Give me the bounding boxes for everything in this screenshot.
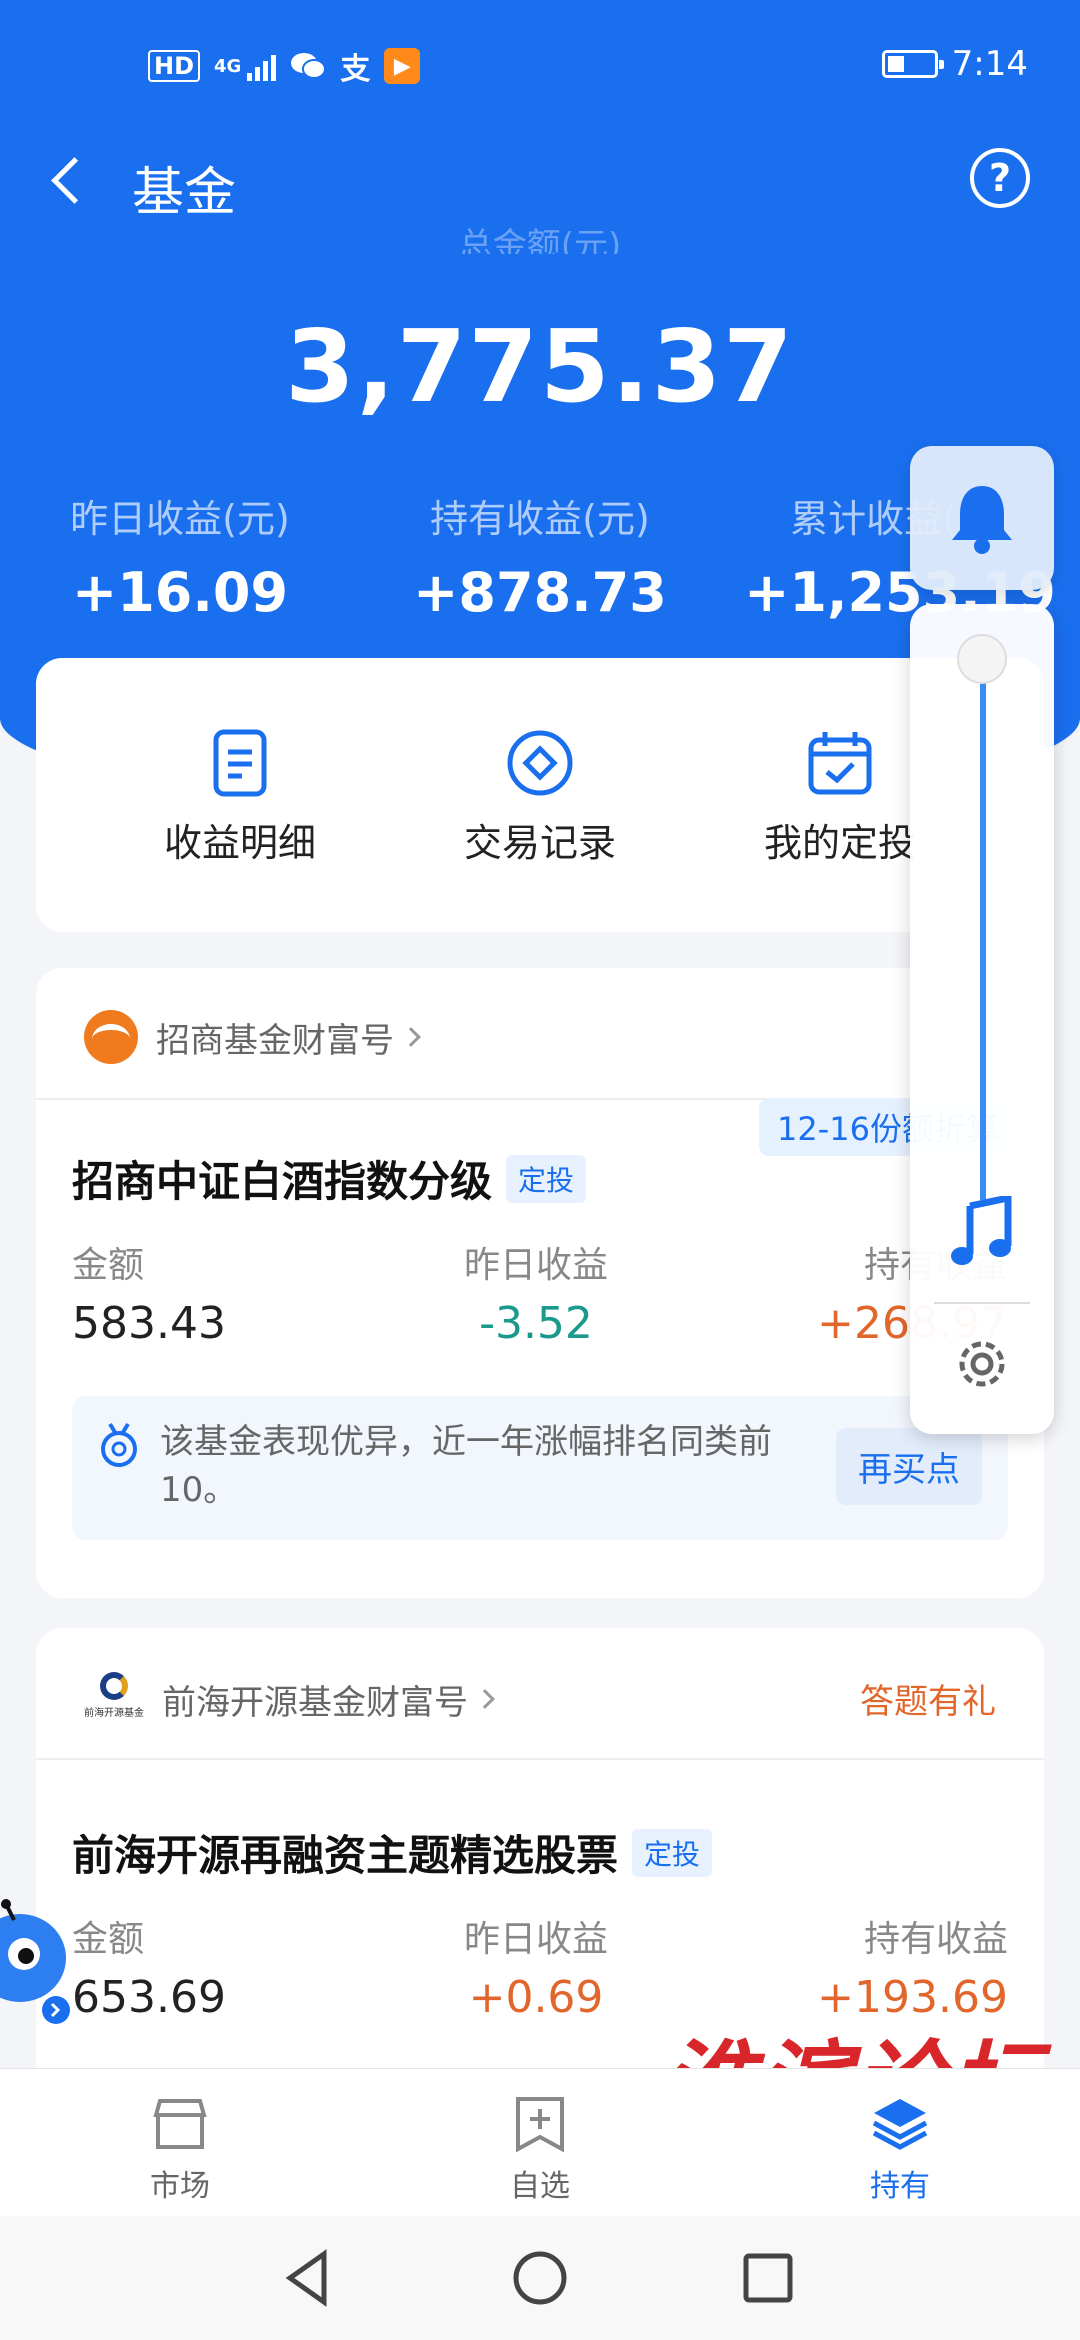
volume-panel	[910, 604, 1054, 1434]
battery-icon	[881, 50, 944, 78]
tab-label: 市场	[150, 2169, 210, 2204]
fund-name: 前海开源再融资主题精选股票	[72, 1831, 619, 1880]
fund-name-row: 前海开源再融资主题精选股票 定投	[72, 1822, 713, 1883]
metric-yesterday: 昨日收益 -3.52	[464, 1236, 608, 1349]
fund-tip: 该基金表现优异，近一年涨幅排名同类前10。 再买点	[72, 1396, 1008, 1540]
metric-amount: 金额 653.69	[72, 1910, 226, 2023]
fund-name-row: 招商中证白酒指数分级 定投	[72, 1148, 587, 1209]
stat-holding[interactable]: 持有收益(元) +878.73	[360, 488, 720, 624]
system-nav-bar	[0, 2216, 1080, 2340]
fund-card[interactable]: 招商基金财富号 12-16份额折算 招商中证白酒指数分级 定投 金额 583.4…	[36, 968, 1044, 1598]
tab-market[interactable]: 市场	[80, 2095, 280, 2205]
qhky-fund-logo-icon: 前海开源基金	[84, 1670, 144, 1728]
market-icon	[153, 2099, 207, 2149]
video-app-icon: ▶	[384, 48, 421, 84]
page-title: 基金	[132, 163, 237, 223]
metric-label: 昨日收益	[464, 1919, 609, 1960]
quick-action-label: 交易记录	[463, 821, 616, 865]
quick-action-transactions[interactable]: 交易记录	[372, 728, 708, 867]
back-button[interactable]	[40, 144, 100, 214]
auto-invest-tag: 定投	[632, 1828, 713, 1877]
nav-home-icon[interactable]	[508, 2246, 572, 2310]
quick-actions-card: 收益明细 交易记录 我的定投	[36, 658, 1044, 932]
watchlist-add-icon	[516, 2097, 564, 2153]
chevron-right-icon	[475, 1689, 495, 1709]
document-icon	[213, 729, 267, 797]
nav-back-icon[interactable]	[276, 2246, 340, 2310]
chevron-right-icon	[401, 1027, 421, 1047]
diamond-circle-icon	[507, 730, 573, 796]
stat-value: +878.73	[413, 561, 667, 624]
medal-icon	[101, 1422, 137, 1467]
metric-amount: 金额 583.43	[72, 1236, 226, 1349]
metric-value: +0.69	[468, 1972, 604, 2023]
music-note-icon[interactable]	[948, 1196, 1014, 1268]
panel-divider	[934, 1302, 1030, 1304]
ant-mascot-icon	[0, 1899, 70, 2024]
signal-icon	[247, 51, 277, 81]
total-value: 3,775.37	[285, 308, 795, 425]
total-label: 总金额(元)	[458, 226, 622, 254]
fund-company-name: 招商基金财富号	[156, 1020, 394, 1061]
fund-company-row[interactable]: 招商基金财富号	[36, 968, 1044, 1100]
stat-label: 昨日收益(元)	[70, 497, 290, 541]
metric-holding: 持有收益 +193.69	[817, 1910, 1008, 2023]
metric-label: 昨日收益	[464, 1245, 609, 1286]
clock: 7:14	[951, 44, 1028, 84]
fund-name: 招商中证白酒指数分级	[72, 1157, 493, 1206]
fund-company-name: 前海开源基金财富号	[162, 1682, 468, 1723]
stat-value: +16.09	[71, 561, 289, 624]
settings-gear-icon[interactable]	[950, 1332, 1014, 1396]
wechat-icon	[291, 53, 327, 79]
auto-invest-tag: 定投	[506, 1154, 587, 1203]
quick-action-label: 收益明细	[163, 821, 316, 865]
metric-label: 持有收益	[863, 1919, 1008, 1960]
metric-value: -3.52	[479, 1298, 593, 1349]
nav-recents-icon[interactable]	[736, 2246, 800, 2310]
quick-action-income-detail[interactable]: 收益明细	[72, 728, 408, 867]
tab-holdings[interactable]: 持有	[800, 2095, 1000, 2205]
holdings-layers-icon	[872, 2099, 928, 2150]
assistant-mascot-button[interactable]	[0, 1898, 76, 2028]
help-button[interactable]: ?	[970, 148, 1030, 208]
buy-more-button[interactable]: 再买点	[836, 1428, 982, 1505]
metric-value: 583.43	[72, 1298, 226, 1349]
status-bar: HD 4G 支 ▶ 7:14	[0, 0, 1080, 108]
status-icons-left: HD 4G 支 ▶	[148, 44, 421, 88]
fund-company-row[interactable]: 前海开源基金 前海开源基金财富号 答题有礼	[36, 1628, 1044, 1760]
volume-slider-track[interactable]	[980, 660, 986, 1200]
bottom-tab-bar: 市场 自选 持有	[0, 2068, 1080, 2216]
bell-icon	[952, 486, 1012, 554]
status-icons-right: 7:14	[881, 44, 1028, 84]
tab-watchlist[interactable]: 自选	[440, 2095, 640, 2205]
alipay-icon: 支	[340, 52, 371, 87]
metric-yesterday: 昨日收益 +0.69	[464, 1910, 608, 2023]
hd-badge: HD	[148, 50, 201, 82]
quiz-promo-link[interactable]: 答题有礼	[860, 1674, 996, 1723]
cmb-fund-logo-icon	[84, 1010, 138, 1064]
tab-label: 持有	[870, 2169, 930, 2204]
stat-label: 持有收益(元)	[430, 497, 650, 541]
tab-label: 自选	[510, 2169, 570, 2204]
metric-value: 653.69	[72, 1972, 226, 2023]
network-gen: 4G	[214, 55, 242, 77]
notification-bell-button[interactable]	[910, 446, 1054, 590]
tip-text: 该基金表现优异，近一年涨幅排名同类前10。	[160, 1422, 772, 1510]
metric-label: 金额	[72, 1245, 145, 1286]
stat-yesterday[interactable]: 昨日收益(元) +16.09	[0, 488, 360, 624]
metric-label: 金额	[72, 1919, 145, 1960]
volume-slider-handle[interactable]	[957, 634, 1007, 684]
calendar-check-icon	[808, 732, 872, 795]
